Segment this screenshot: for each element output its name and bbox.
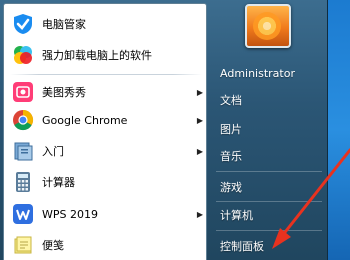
- program-label: Google Chrome: [42, 113, 128, 127]
- program-item-calculator[interactable]: 计算器: [6, 166, 206, 198]
- divider: [10, 74, 202, 75]
- control-panel-label: 控制面板: [220, 240, 264, 253]
- pictures-label: 图片: [220, 123, 242, 136]
- program-item-wps[interactable]: WPS 2019 ▶: [6, 198, 206, 230]
- start-menu: 电脑管家 强力卸载电脑上的软件 美图秀秀 ▶ Google Chrome ▶ 入…: [0, 0, 328, 260]
- right-link-games[interactable]: 游戏: [214, 176, 324, 198]
- right-link-username[interactable]: Administrator: [214, 62, 324, 84]
- computer-label: 计算机: [220, 209, 253, 222]
- desktop-background: [326, 0, 350, 260]
- sticky-notes-icon: [12, 234, 34, 256]
- program-label: 电脑管家: [42, 18, 86, 31]
- program-label: WPS 2019: [42, 207, 98, 221]
- program-item-sticky-notes[interactable]: 便笺: [6, 229, 206, 260]
- uninstall-icon: [12, 44, 34, 66]
- user-avatar[interactable]: [245, 4, 291, 48]
- right-link-music[interactable]: 音乐: [214, 145, 324, 167]
- calculator-icon: [12, 171, 34, 193]
- right-link-computer[interactable]: 计算机: [214, 204, 324, 226]
- program-item-uninstall[interactable]: 强力卸载电脑上的软件: [6, 39, 206, 71]
- music-label: 音乐: [220, 150, 242, 163]
- program-list: 电脑管家 强力卸载电脑上的软件 美图秀秀 ▶ Google Chrome ▶ 入…: [3, 3, 207, 260]
- documents-label: 文档: [220, 94, 242, 107]
- right-link-control-panel[interactable]: 控制面板: [214, 235, 324, 257]
- right-link-documents[interactable]: 文档: [214, 89, 324, 111]
- program-label: 强力卸载电脑上的软件: [42, 49, 152, 62]
- program-item-chrome[interactable]: Google Chrome ▶: [6, 104, 206, 136]
- getting-started-icon: [12, 140, 34, 162]
- program-item-getting-started[interactable]: 入门 ▶: [6, 135, 206, 167]
- flower-icon: [253, 12, 281, 40]
- submenu-arrow-icon: ▶: [196, 115, 204, 125]
- meitu-icon: [12, 81, 34, 103]
- games-label: 游戏: [220, 181, 242, 194]
- right-divider: [216, 230, 322, 231]
- submenu-arrow-icon: ▶: [196, 87, 204, 97]
- chrome-icon: [12, 109, 34, 131]
- username-label: Administrator: [220, 66, 295, 80]
- program-label: 入门: [42, 145, 64, 158]
- right-divider: [216, 201, 322, 202]
- right-link-pictures[interactable]: 图片: [214, 118, 324, 140]
- program-item-pc-manager[interactable]: 电脑管家: [6, 8, 206, 40]
- right-divider: [216, 171, 322, 172]
- submenu-arrow-icon: ▶: [196, 146, 204, 156]
- wps-icon: [12, 203, 34, 225]
- program-label: 计算器: [42, 176, 75, 189]
- program-label: 便笺: [42, 239, 64, 252]
- program-label: 美图秀秀: [42, 86, 86, 99]
- submenu-arrow-icon: ▶: [196, 209, 204, 219]
- tencent-pc-manager-icon: [12, 13, 34, 35]
